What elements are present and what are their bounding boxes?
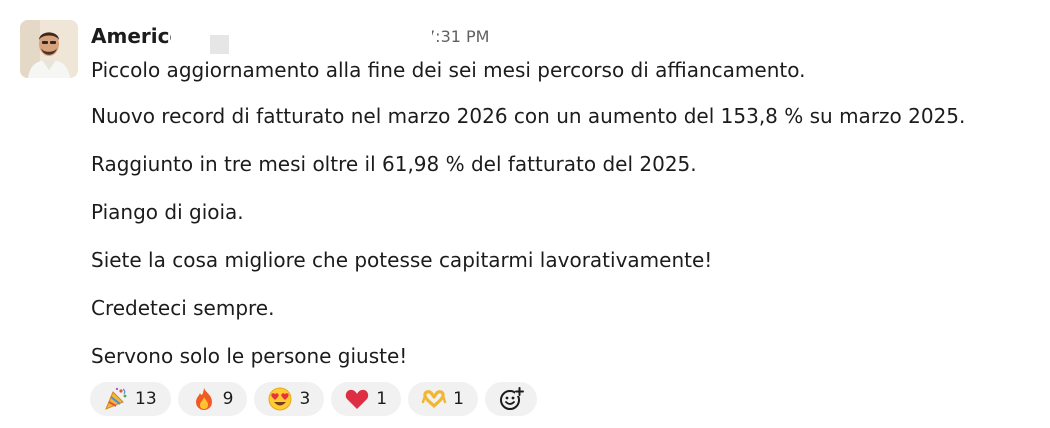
avatar[interactable] [20,20,78,78]
reaction-count: 1 [453,389,464,409]
heart-eyes-icon [268,387,292,411]
redaction-block [210,35,229,54]
message-timestamp[interactable]: 7:31 PM [425,25,489,49]
redaction-overlay [423,22,432,50]
add-reaction-icon [499,387,524,410]
reaction-fire[interactable]: 9 [177,382,248,416]
reaction-heart-hands[interactable]: 1 [408,382,478,416]
reaction-count: 3 [299,389,311,409]
reaction-count: 9 [222,389,234,409]
heart-hands-icon [421,390,447,408]
fire-icon [195,388,212,410]
message-line: Piango di gioia. [91,200,244,224]
message-header: Americo 7:31 PM [91,22,991,54]
party-popper-icon [105,387,127,410]
message-line: Servono solo le persone giuste! [91,344,408,368]
red-heart-icon [346,389,369,409]
reactions-bar: 13 9 3 1 1 [90,382,537,418]
message-line: Raggiunto in tre mesi oltre il 61,98 % d… [91,152,697,176]
reaction-red-heart[interactable]: 1 [331,382,402,416]
reaction-party-popper[interactable]: 13 [90,382,171,416]
message: Americo 7:31 PM Piccolo aggiornamento al… [20,18,1030,418]
reaction-count: 13 [135,389,157,409]
message-line: Credeteci sempre. [91,296,275,320]
message-line: Siete la cosa migliore che potesse capit… [91,248,713,272]
reaction-heart-eyes[interactable]: 3 [254,382,325,416]
avatar-photo [20,20,78,78]
redaction-overlay [171,22,421,50]
message-line: Nuovo record di fatturato nel marzo 2026… [91,104,966,128]
author-name[interactable]: Americo [91,22,173,50]
message-line: Piccolo aggiornamento alla fine dei sei … [91,58,806,82]
message-body: Piccolo aggiornamento alla fine dei sei … [91,56,1026,370]
add-reaction-button[interactable] [484,382,537,416]
reaction-count: 1 [376,389,388,409]
